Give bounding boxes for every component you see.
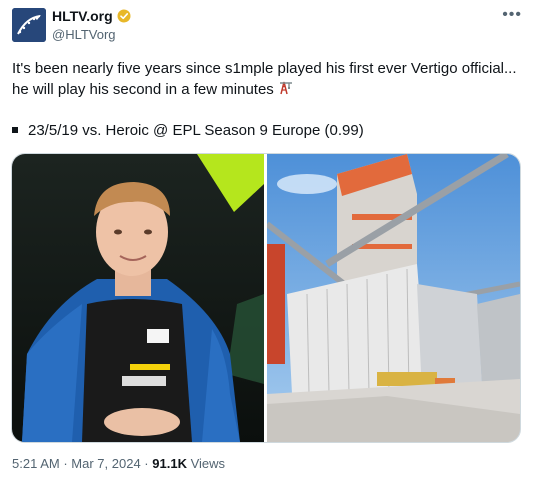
bullet-square-icon [12, 127, 18, 134]
tweet-text: It's been nearly five years since s1mple… [12, 58, 517, 141]
author-handle[interactable]: @HLTVorg [52, 27, 116, 42]
meta-separator-2: · [144, 456, 149, 471]
match-info-text: 23/5/19 vs. Heroic @ EPL Season 9 Europe… [28, 122, 364, 140]
tweet: HLTV.org @HLTVorg ••• It's been nearly f… [0, 0, 542, 485]
tweet-text-line-2: 23/5/19 vs. Heroic @ EPL Season 9 Europe… [12, 120, 517, 141]
meta-separator: · [63, 456, 68, 471]
player-photo[interactable] [12, 154, 264, 442]
media-grid [11, 153, 521, 443]
verified-badge-icon [117, 9, 131, 23]
author-name-row: HLTV.org [52, 8, 131, 24]
author-display-name[interactable]: HLTV.org [52, 8, 113, 24]
more-options-icon[interactable]: ••• [502, 6, 522, 24]
tweet-text-line-1: It's been nearly five years since s1mple… [12, 58, 517, 101]
avatar[interactable] [12, 8, 46, 42]
vertigo-map-screenshot[interactable] [267, 154, 520, 442]
tweet-date[interactable]: Mar 7, 2024 [71, 456, 140, 471]
views-label: Views [190, 456, 226, 471]
tweet-meta: 5:21 AM · Mar 7, 2024 · 91.1K Views [12, 456, 225, 471]
views-count: 91.1K [152, 456, 187, 471]
tweet-text-main: It's been nearly five years since s1mple… [12, 60, 517, 98]
tweet-time[interactable]: 5:21 AM [12, 456, 60, 471]
hltv-logo-icon [12, 8, 46, 42]
crane-emoji-icon [278, 79, 294, 101]
